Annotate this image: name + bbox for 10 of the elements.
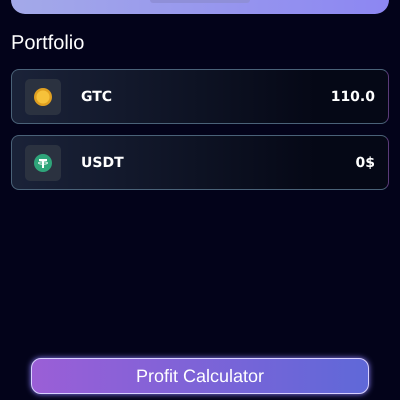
asset-card[interactable]: GTC 110.0 <box>11 69 389 124</box>
tether-icon <box>34 154 52 172</box>
asset-amount: 110.0 <box>330 88 375 104</box>
asset-symbol: GTC <box>81 88 114 104</box>
asset-card[interactable]: USDT 0$ <box>11 135 389 190</box>
asset-amount: 0$ <box>356 154 375 170</box>
asset-symbol: USDT <box>81 154 125 170</box>
coin-icon <box>34 88 52 106</box>
profit-calculator-button[interactable]: Profit Calculator <box>31 358 369 394</box>
section-title: Portfolio <box>11 32 86 55</box>
